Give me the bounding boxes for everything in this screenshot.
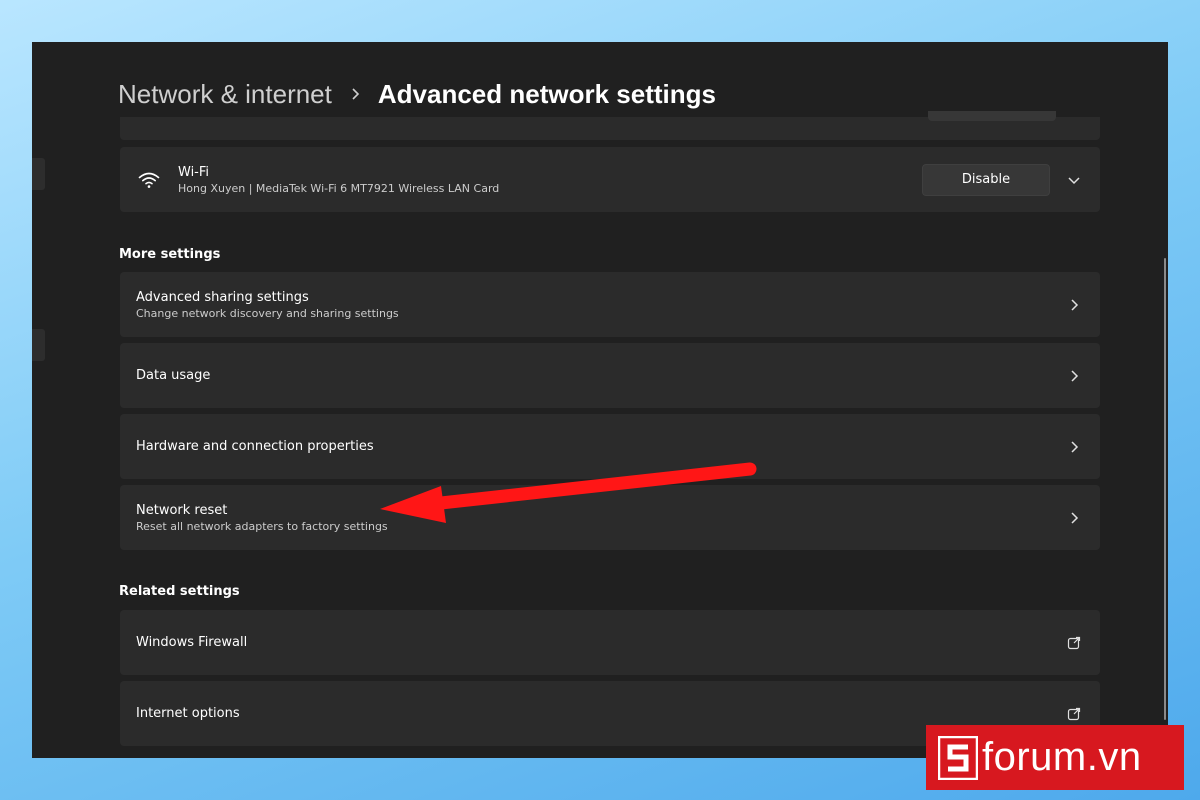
- list-item-description: Change network discovery and sharing set…: [136, 306, 399, 320]
- network-reset-item[interactable]: Network reset Reset all network adapters…: [120, 485, 1100, 550]
- chevron-right-icon: [332, 87, 378, 101]
- disable-wifi-button[interactable]: Disable: [922, 163, 1050, 196]
- more-settings-heading: More settings: [119, 247, 221, 262]
- adapter-action-button-partial[interactable]: [928, 111, 1056, 121]
- vertical-scrollbar[interactable]: [1164, 258, 1166, 720]
- settings-window: Network & internet Advanced network sett…: [32, 42, 1168, 758]
- external-link-icon: [1064, 704, 1084, 724]
- related-settings-heading: Related settings: [119, 584, 240, 599]
- chevron-down-icon[interactable]: [1064, 170, 1084, 190]
- breadcrumb-parent-link[interactable]: Network & internet: [118, 79, 332, 110]
- list-item-title: Internet options: [136, 706, 240, 721]
- list-item-title: Data usage: [136, 368, 211, 383]
- sforum-logo-icon: [938, 735, 978, 780]
- page-title: Advanced network settings: [377, 78, 716, 109]
- wifi-icon: [136, 167, 162, 193]
- chevron-right-icon: [1064, 366, 1084, 386]
- data-usage-item[interactable]: Data usage: [120, 343, 1100, 408]
- wifi-adapter-description: Hong Xuyen | MediaTek Wi-Fi 6 MT7921 Wir…: [178, 181, 500, 195]
- breadcrumb: Network & internet Advanced network sett…: [118, 76, 716, 112]
- list-item-title: Network reset: [136, 502, 228, 518]
- advanced-sharing-settings-item[interactable]: Advanced sharing settings Change network…: [120, 272, 1100, 337]
- list-item-title: Windows Firewall: [136, 635, 248, 650]
- nav-pane-item[interactable]: [32, 329, 45, 361]
- brand-watermark: forum.vn: [926, 725, 1184, 790]
- wifi-adapter-card[interactable]: Wi-Fi Hong Xuyen | MediaTek Wi-Fi 6 MT79…: [120, 147, 1100, 212]
- hardware-connection-properties-item[interactable]: Hardware and connection properties: [120, 414, 1100, 479]
- chevron-right-icon: [1064, 437, 1084, 457]
- chevron-right-icon: [1064, 508, 1084, 528]
- windows-firewall-item[interactable]: Windows Firewall: [120, 610, 1100, 675]
- list-item-title: Advanced sharing settings: [136, 289, 309, 305]
- list-item-description: Reset all network adapters to factory se…: [136, 519, 388, 533]
- brand-name: forum.vn: [982, 735, 1142, 779]
- network-adapter-card-partial[interactable]: [120, 111, 1100, 140]
- external-link-icon: [1064, 633, 1084, 653]
- nav-pane-item[interactable]: [32, 158, 45, 190]
- wifi-adapter-title: Wi-Fi: [178, 164, 210, 180]
- chevron-right-icon: [1064, 295, 1084, 315]
- list-item-title: Hardware and connection properties: [136, 439, 374, 454]
